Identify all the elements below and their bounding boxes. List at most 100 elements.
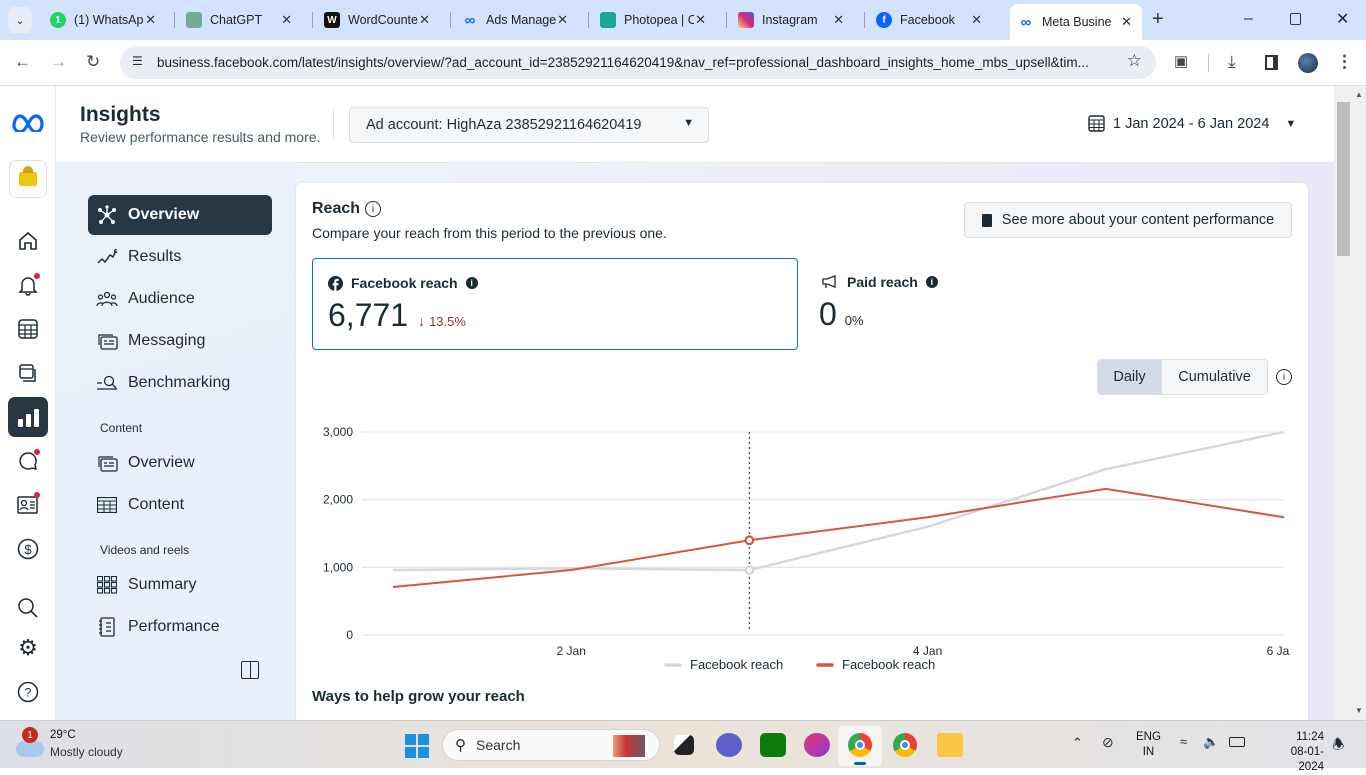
tab-close-button[interactable]: ✕ xyxy=(971,12,982,28)
battery-icon[interactable] xyxy=(1229,737,1245,747)
reload-button[interactable]: ↻ xyxy=(86,52,100,72)
chrome-profile-icon[interactable] xyxy=(893,733,917,757)
wifi-icon[interactable]: ≈ xyxy=(1180,734,1187,749)
browser-tab[interactable]: f Facebook ✕ xyxy=(868,6,996,34)
clock[interactable]: 11:24 08-01-2024 xyxy=(1266,730,1324,775)
home-icon[interactable] xyxy=(14,227,42,255)
settings-gear-icon[interactable]: ⚙ xyxy=(14,634,42,662)
subnav-item-overview[interactable]: Overview xyxy=(88,195,272,235)
subnav-item-messaging[interactable]: Messaging xyxy=(88,321,272,361)
subnav-item-label: Audience xyxy=(128,290,195,307)
subnav-item-benchmarking[interactable]: Benchmarking xyxy=(88,363,272,403)
subnav-item-content-overview[interactable]: Overview xyxy=(88,443,272,483)
tab-label: ChatGPT xyxy=(210,13,263,27)
task-view-icon[interactable] xyxy=(674,735,694,755)
main-content: Reach i Compare your reach from this per… xyxy=(296,163,1334,720)
tab-close-button[interactable]: ✕ xyxy=(695,12,706,28)
info-icon[interactable]: i xyxy=(365,201,382,217)
teams-meet-icon[interactable] xyxy=(716,733,742,757)
bookmark-star-icon[interactable]: ☆ xyxy=(1127,51,1142,71)
xbox-icon[interactable] xyxy=(760,733,786,757)
inbox-chat-icon[interactable] xyxy=(14,447,42,475)
vertical-scrollbar[interactable]: ▲ ▼ xyxy=(1334,86,1366,720)
info-icon[interactable]: i xyxy=(465,277,478,289)
browser-tab[interactable]: W WordCounter ✕ xyxy=(316,6,444,34)
file-explorer-icon[interactable] xyxy=(937,733,963,757)
collapse-subnav-button[interactable] xyxy=(241,661,259,679)
ad-account-dropdown[interactable]: Ad account: HighAza 23852921164620419 ▼ xyxy=(349,107,709,143)
start-button[interactable] xyxy=(405,734,429,758)
browser-tab[interactable]: Photopea | Online✕ xyxy=(592,6,720,34)
reach-title: Reach xyxy=(312,200,361,217)
tab-separator xyxy=(864,12,865,28)
wps-office-icon[interactable] xyxy=(804,733,830,757)
tab-search-button[interactable]: ⌄ xyxy=(8,7,32,33)
subnav-item-results[interactable]: Results xyxy=(88,237,272,277)
meta-icon: ∞ xyxy=(464,11,476,29)
site-settings-icon[interactable]: ☰ xyxy=(132,54,143,68)
insights-rail-button[interactable] xyxy=(8,397,48,437)
download-icon[interactable]: ⤓ xyxy=(1228,52,1236,72)
weather-widget[interactable]: 1 29°C Mostly cloudy xyxy=(14,727,154,763)
restore-button[interactable] xyxy=(1290,13,1301,25)
cumulative-toggle-button[interactable]: Cumulative xyxy=(1162,360,1267,394)
date-range-picker[interactable]: 1 Jan 2024 - 6 Jan 2024 ▼ xyxy=(1088,115,1296,132)
profile-avatar[interactable] xyxy=(1298,53,1318,73)
help-icon[interactable]: ? xyxy=(14,678,42,706)
chrome-active-icon[interactable] xyxy=(838,726,882,766)
browser-tab[interactable]: 1 (1) WhatsApp ✕ xyxy=(42,6,170,34)
subnav-item-performance[interactable]: Performance xyxy=(88,607,272,647)
tab-close-button[interactable]: ✕ xyxy=(557,12,568,28)
contacts-card-icon[interactable] xyxy=(14,491,42,519)
monetization-dollar-icon[interactable]: $ xyxy=(14,535,42,563)
notification-center-bell-icon[interactable]: 🕭 xyxy=(1332,734,1345,758)
onedrive-off-icon[interactable]: ⊘ xyxy=(1102,734,1114,751)
facebook-reach-metric[interactable]: Facebook reach i 6,771 ↓ 13.5% xyxy=(312,258,798,350)
tab-close-button[interactable]: ✕ xyxy=(1121,14,1132,30)
reach-line-chart: 0 1,000 2,000 3,000 2 Jan 4 Jan 6 Ja Facebook r… xyxy=(323,425,1290,672)
browser-tab[interactable]: ∞ Meta Business ✕ xyxy=(1010,4,1142,40)
forward-button[interactable]: → xyxy=(50,52,67,72)
meta-logo-icon[interactable] xyxy=(10,108,46,136)
tab-close-button[interactable]: ✕ xyxy=(281,12,292,28)
close-window-button[interactable]: ✕ xyxy=(1336,9,1349,29)
back-button[interactable]: ← xyxy=(14,52,31,72)
new-tab-button[interactable]: + xyxy=(1152,8,1164,31)
planner-grid-icon[interactable] xyxy=(14,315,42,343)
subnav-item-audience[interactable]: Audience xyxy=(88,279,272,319)
browser-tab[interactable]: ChatGPT ✕ xyxy=(178,6,306,34)
tab-close-button[interactable]: ✕ xyxy=(145,12,156,28)
tab-close-button[interactable]: ✕ xyxy=(419,12,430,28)
extensions-icon[interactable]: ▣ xyxy=(1174,52,1188,70)
taskbar-search-box[interactable]: ⚲ Search xyxy=(442,729,660,761)
content-pages-icon[interactable] xyxy=(14,359,42,387)
scroll-up-arrow[interactable]: ▲ xyxy=(1355,90,1363,99)
see-more-content-button[interactable]: See more about your content performance xyxy=(964,202,1292,238)
arrow-down-icon: ↓ xyxy=(418,313,426,329)
subnav-item-content[interactable]: Content xyxy=(88,485,272,525)
info-icon[interactable]: i xyxy=(1276,369,1292,385)
grid-icon xyxy=(96,574,118,596)
tab-separator xyxy=(588,12,589,28)
browser-menu-icon[interactable]: ⋮ xyxy=(1336,52,1353,72)
info-icon[interactable]: i xyxy=(925,276,938,288)
url-text[interactable]: business.facebook.com/latest/insights/ov… xyxy=(157,55,1117,70)
search-icon[interactable] xyxy=(14,594,42,622)
language-indicator[interactable]: ENG IN xyxy=(1136,730,1161,760)
table-icon xyxy=(96,494,118,516)
scroll-down-arrow[interactable]: ▼ xyxy=(1355,706,1363,715)
browser-tab[interactable]: Instagram ✕ xyxy=(730,6,858,34)
url-field[interactable]: ☰ business.facebook.com/latest/insights/… xyxy=(120,46,1156,79)
browser-tab[interactable]: ∞ Ads Manager ✕ xyxy=(454,6,582,34)
side-panel-icon[interactable] xyxy=(1265,55,1278,70)
paid-reach-metric[interactable]: Paid reach i 0 0% xyxy=(806,258,1006,350)
daily-toggle-button[interactable]: Daily xyxy=(1098,360,1162,394)
business-avatar[interactable] xyxy=(9,160,47,198)
minimize-button[interactable]: – xyxy=(1244,10,1253,28)
subnav-item-summary[interactable]: Summary xyxy=(88,565,272,605)
show-hidden-icons-chevron[interactable]: ⌃ xyxy=(1072,735,1083,751)
notifications-bell-icon[interactable] xyxy=(14,271,42,299)
tab-close-button[interactable]: ✕ xyxy=(833,12,844,28)
volume-icon[interactable]: 🔈 xyxy=(1203,734,1219,750)
scrollbar-thumb[interactable] xyxy=(1337,102,1350,256)
